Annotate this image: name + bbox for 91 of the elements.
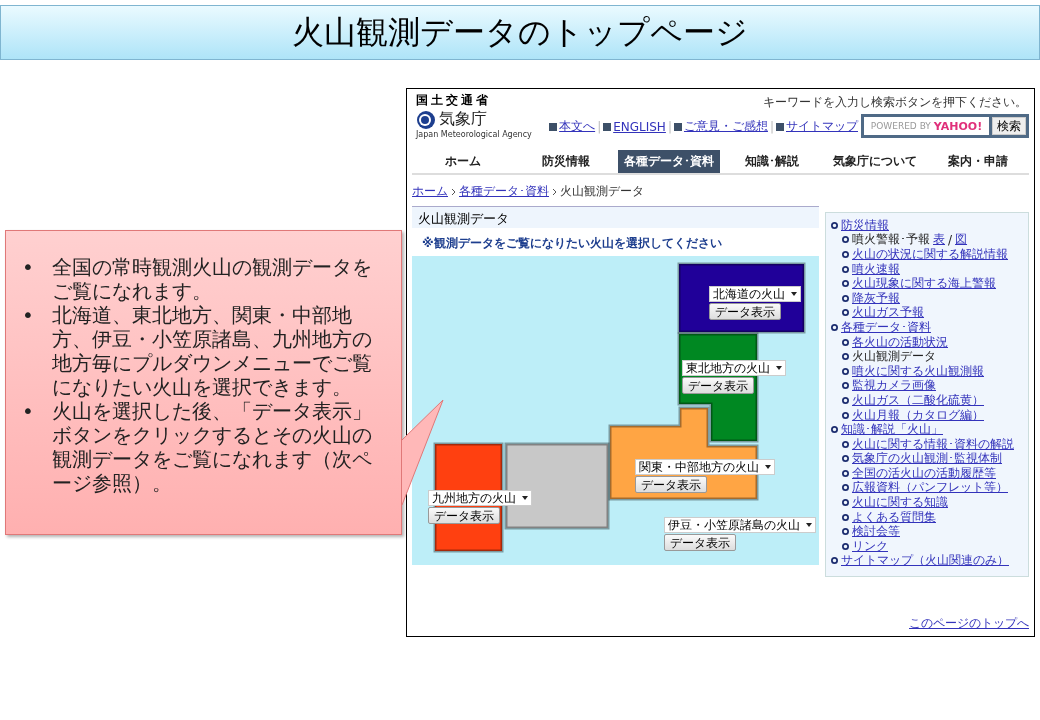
square-icon	[776, 122, 784, 131]
bullet-icon	[842, 411, 849, 419]
nav-tab[interactable]: 気象庁について	[823, 150, 927, 173]
bullet-icon	[831, 426, 838, 434]
separator-text: /	[948, 232, 953, 247]
callout-text: 北海道、東北地方、関東・中部地方、伊豆・小笠原諸島、九州地方の地方毎にプルダウンメニューでご覧になりたい火山を選択できます。	[52, 303, 373, 399]
link-separator: |	[769, 119, 774, 134]
bullet-icon	[842, 513, 849, 521]
bullet-icon	[842, 440, 849, 448]
slide-title: 火山観測データのトップページ	[0, 5, 1040, 60]
callout-text: 火山を選択した後、「データ表示」ボタンをクリックするとその火山の観測データをご覧になれます（次ページ参照）。	[52, 399, 373, 495]
breadcrumb-current: 火山観測データ	[560, 183, 644, 200]
show-data-button[interactable]: データ表示	[664, 534, 736, 551]
breadcrumb-link[interactable]: ホーム	[412, 183, 448, 200]
nav-tab[interactable]: 防災情報	[514, 150, 618, 173]
show-data-button[interactable]: データ表示	[635, 476, 707, 493]
nav-tab[interactable]: 知識･解説	[720, 150, 824, 173]
sidebar-link[interactable]: 火山月報（カタログ編）	[852, 406, 984, 424]
link-separator: |	[667, 119, 672, 134]
sidebar-link[interactable]: 噴火速報	[852, 260, 900, 278]
instruction-text: ※観測データをご覧になりたい火山を選択してください	[422, 235, 723, 252]
chevron-icon	[451, 187, 456, 196]
bullet-icon	[842, 528, 849, 536]
bullet-icon	[842, 236, 849, 244]
bullet-icon	[831, 557, 838, 565]
square-icon	[603, 122, 612, 131]
agency-name: 気象庁	[439, 109, 487, 130]
region-select[interactable]: 関東・中部地方の火山	[635, 459, 775, 475]
bullet-icon	[842, 469, 849, 477]
bullet-icon	[831, 323, 838, 331]
bullet-mark: •	[22, 255, 34, 279]
nav-tab[interactable]: ホーム	[412, 150, 515, 173]
section-heading: 火山観測データ	[412, 206, 819, 228]
sidebar-link[interactable]: 火山の状況に関する解説情報	[852, 246, 1008, 263]
bullet-icon	[842, 309, 849, 317]
nav-tab[interactable]: 案内・申請	[926, 150, 1029, 173]
bullet-icon	[842, 499, 849, 507]
bullet-icon	[842, 542, 849, 550]
header-link[interactable]: サイトマップ	[786, 118, 858, 135]
bullet-icon	[842, 294, 849, 302]
breadcrumb-link[interactable]: 各種データ･資料	[459, 183, 549, 200]
caret-icon	[522, 496, 528, 500]
caret-icon	[765, 465, 771, 469]
agency-english-name: Japan Meteorological Agency	[416, 130, 532, 139]
square-icon	[673, 122, 682, 131]
page-top-link[interactable]: このページのトップへ	[909, 615, 1029, 632]
callout-text: 全国の常時観測火山の観測データをご覧になれます。	[52, 255, 373, 303]
bullet-icon	[842, 484, 849, 492]
bullet-icon	[831, 221, 838, 229]
sidebar-text: 噴火警報･予報	[852, 231, 930, 248]
region-select[interactable]: 伊豆・小笠原諸島の火山	[664, 517, 816, 533]
bullet-icon	[842, 455, 849, 463]
search-button[interactable]: 検索	[992, 117, 1026, 135]
sidebar-link[interactable]: 表	[933, 231, 945, 249]
caret-icon	[806, 523, 812, 527]
region-select[interactable]: 北海道の火山	[709, 286, 801, 302]
bullet-icon	[842, 396, 849, 404]
bullet-icon	[842, 251, 849, 258]
caret-icon	[791, 292, 797, 296]
bullet-icon	[842, 353, 849, 361]
bullet-icon	[842, 338, 849, 346]
bullet-icon	[842, 265, 849, 273]
ministry-name: 国土交通省	[416, 92, 492, 109]
bullet-icon	[842, 280, 849, 288]
sidebar-link[interactable]: 防災情報	[841, 216, 889, 234]
show-data-button[interactable]: データ表示	[428, 507, 500, 524]
logo-icon	[416, 109, 436, 130]
sidebar-text: 火山観測データ	[852, 348, 936, 365]
header-link[interactable]: ENGLISH	[613, 119, 666, 134]
sidebar-link[interactable]: 広報資料（パンフレット等）	[852, 479, 1008, 497]
header-link[interactable]: 本文へ	[559, 118, 596, 135]
sidebar-link[interactable]: 噴火に関する火山観測報	[852, 362, 984, 380]
bullet-mark: •	[22, 303, 34, 327]
bullet-icon	[842, 382, 849, 390]
region-select[interactable]: 九州地方の火山	[428, 490, 532, 506]
bullet-mark: •	[22, 399, 34, 423]
search-caption: キーワードを入力し検索ボタンを押下ください。	[763, 94, 1027, 111]
sidebar-link[interactable]: 各火山の活動状況	[852, 333, 948, 351]
bullet-icon	[842, 367, 849, 375]
caret-icon	[776, 366, 782, 370]
square-icon	[549, 122, 558, 131]
show-data-button[interactable]: データ表示	[709, 303, 781, 320]
region-select[interactable]: 東北地方の火山	[682, 360, 786, 376]
sidebar-link[interactable]: サイトマップ（火山関連のみ）	[841, 552, 1009, 570]
header-link[interactable]: ご意見・ご感想	[683, 118, 768, 135]
nav-tab[interactable]: 各種データ･資料	[617, 150, 721, 173]
search-field[interactable]: POWERED BY YAHOO!	[864, 117, 989, 135]
show-data-button[interactable]: データ表示	[682, 377, 754, 394]
sidebar-link[interactable]: 図	[955, 231, 968, 249]
chevron-icon	[552, 187, 557, 196]
link-separator: |	[597, 119, 602, 134]
